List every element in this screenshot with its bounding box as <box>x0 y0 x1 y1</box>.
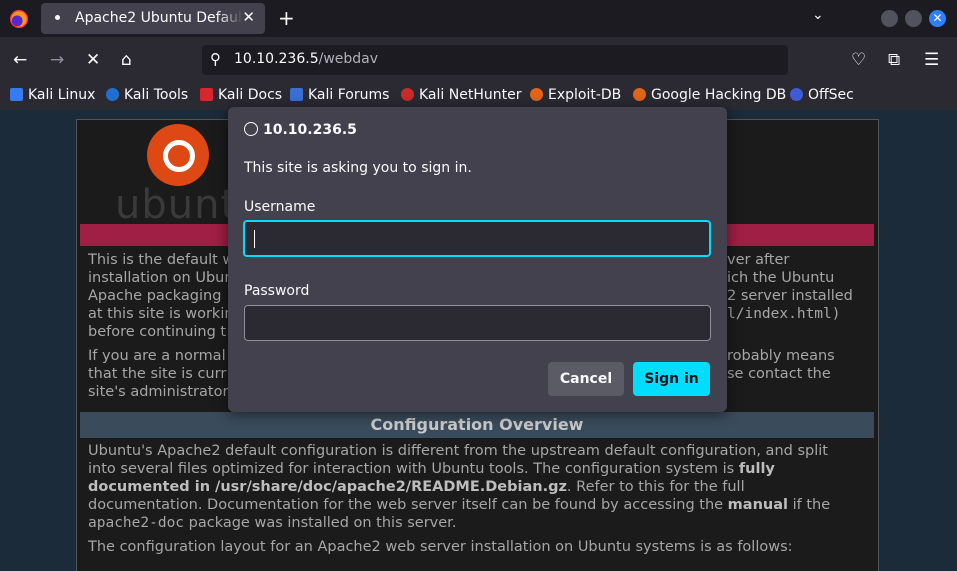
kali-docs-icon <box>200 88 213 101</box>
intro-paragraph-right: ver after ich the Ubuntu 2 server installe… <box>727 252 853 322</box>
bookmark-kali-linux[interactable]: Kali Linux <box>10 87 95 103</box>
exploit-db-icon <box>530 88 543 101</box>
dialog-host: 10.10.236.5 <box>244 122 357 138</box>
offsec-icon <box>790 88 803 101</box>
tab-list-chevron-icon[interactable]: ⌄ <box>812 7 824 23</box>
bookmark-google-hacking-db[interactable]: Google Hacking DB <box>633 87 786 103</box>
minimize-button[interactable] <box>881 10 898 27</box>
pocket-icon[interactable]: ♡ <box>851 50 866 70</box>
nethunter-icon <box>401 88 414 101</box>
section-heading: Configuration Overview <box>80 412 874 438</box>
url-text[interactable]: 10.10.236.5/webdav <box>234 51 378 67</box>
password-field[interactable] <box>244 305 711 341</box>
navigation-bar: ← → ✕ ⌂ ⚲ 10.10.236.5/webdav ♡ ⧉ ☰ <box>0 37 957 83</box>
bookmark-offsec[interactable]: OffSec <box>790 87 854 103</box>
bookmark-kali-forums[interactable]: Kali Forums <box>290 87 389 103</box>
intro-paragraph-left: This is the default w installation on Ubu… <box>88 252 235 340</box>
dialog-message: This site is asking you to sign in. <box>244 160 472 176</box>
url-bar[interactable]: ⚲ 10.10.236.5/webdav <box>202 45 788 75</box>
home-icon[interactable]: ⌂ <box>121 50 132 70</box>
bookmark-kali-nethunter[interactable]: Kali NetHunter <box>401 87 521 103</box>
username-field[interactable] <box>243 220 711 257</box>
auth-dialog: 10.10.236.5 This site is asking you to s… <box>228 107 727 412</box>
stop-icon[interactable]: ✕ <box>86 50 100 70</box>
menu-icon[interactable]: ☰ <box>924 50 939 70</box>
loading-dot-icon <box>55 15 60 20</box>
window-close-button[interactable]: ✕ <box>929 10 946 27</box>
kali-tools-icon <box>106 88 119 101</box>
bookmarks-toolbar: Kali Linux Kali Tools Kali Docs Kali For… <box>0 83 957 110</box>
password-label: Password <box>244 283 310 299</box>
maximize-button[interactable] <box>905 10 922 27</box>
notice-paragraph-right: robably means se contact the <box>727 348 835 382</box>
bookmark-kali-docs[interactable]: Kali Docs <box>200 87 282 103</box>
globe-icon <box>244 122 258 136</box>
ghdb-icon <box>633 88 646 101</box>
layout-paragraph: The configuration layout for an Apache2 … <box>88 539 793 555</box>
username-label: Username <box>244 199 316 215</box>
tab-bar: Apache2 Ubuntu Default Page: It works ✕ … <box>0 0 957 37</box>
kali-forums-icon <box>290 88 303 101</box>
forward-icon[interactable]: → <box>50 50 64 70</box>
back-icon[interactable]: ← <box>13 50 27 70</box>
cancel-button[interactable]: Cancel <box>548 362 624 396</box>
sign-in-button[interactable]: Sign in <box>633 362 710 396</box>
new-tab-icon[interactable]: + <box>278 6 295 30</box>
config-paragraph: Ubuntu's Apache2 default configuration i… <box>88 443 831 531</box>
tab-title: Apache2 Ubuntu Default Page: It works <box>75 10 243 26</box>
search-icon: ⚲ <box>210 50 221 68</box>
bookmark-exploit-db[interactable]: Exploit-DB <box>530 87 621 103</box>
tab-apache[interactable]: Apache2 Ubuntu Default Page: It works ✕ <box>41 3 265 34</box>
manual-link[interactable]: manual <box>728 497 788 513</box>
text-caret <box>254 230 255 248</box>
kali-icon <box>10 88 23 101</box>
firefox-icon[interactable] <box>10 10 28 28</box>
bookmark-kali-tools[interactable]: Kali Tools <box>106 87 188 103</box>
notice-paragraph-left: If you are a normal that the site is curr… <box>88 348 229 400</box>
tab-close-icon[interactable]: ✕ <box>242 8 255 26</box>
extensions-icon[interactable]: ⧉ <box>888 50 900 70</box>
ubuntu-logo-icon <box>147 124 209 186</box>
